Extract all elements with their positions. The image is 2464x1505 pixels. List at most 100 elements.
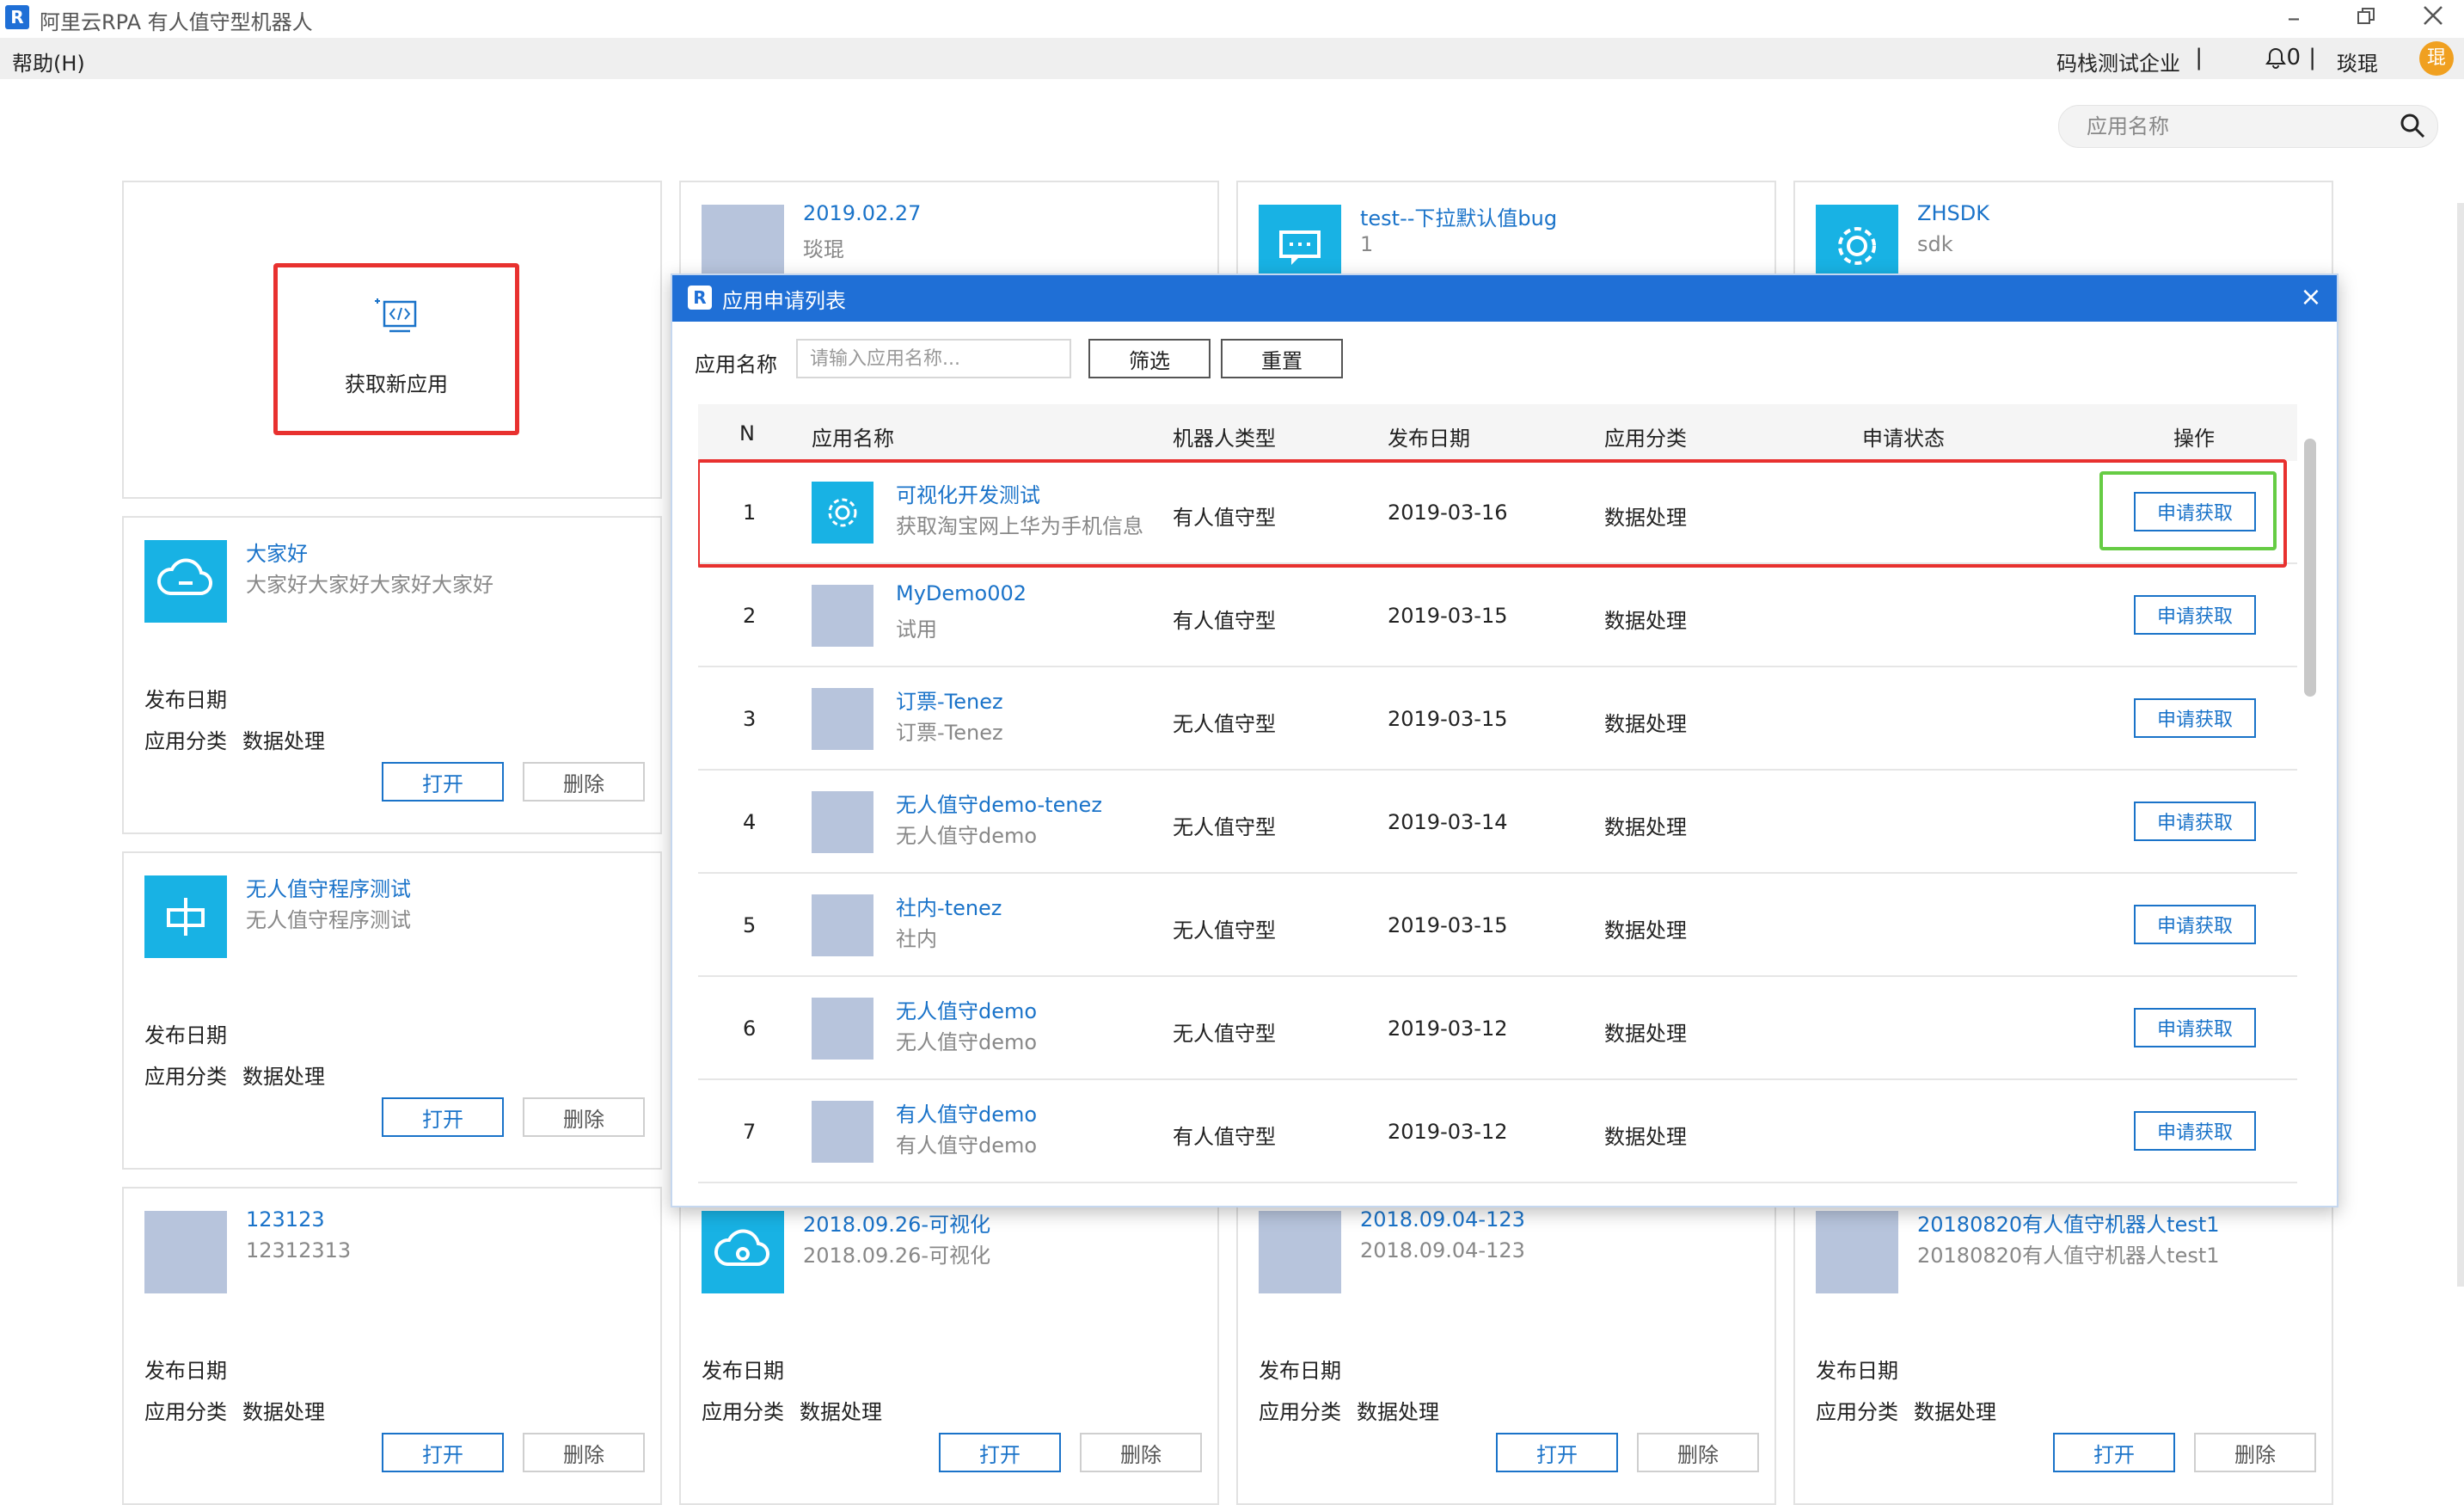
dialog-header: R 应用申请列表 × (672, 275, 2337, 322)
delete-button[interactable]: 删除 (523, 1433, 645, 1472)
app-name-filter-input[interactable] (796, 339, 1071, 378)
app-name-link[interactable]: 订票-Tenez (896, 685, 1003, 715)
col-app-name: 应用名称 (812, 427, 894, 451)
delete-button[interactable]: 删除 (2194, 1433, 2316, 1472)
app-title[interactable]: 大家好 (246, 537, 308, 567)
delete-button[interactable]: 删除 (1080, 1433, 1202, 1472)
open-button[interactable]: 打开 (382, 1433, 504, 1472)
table-row: 2 MyDemo002 试用 有人值守型 2019-03-15 数据处理 申请获… (698, 564, 2297, 667)
publish-date: 2019-03-15 (1388, 913, 1508, 937)
row-number: 6 (743, 1017, 757, 1041)
col-actions: 操作 (2173, 427, 2215, 451)
delete-button[interactable]: 删除 (523, 762, 645, 802)
app-title[interactable]: ZHSDK (1917, 201, 1989, 225)
category-label: 应用分类 (144, 1065, 227, 1089)
menu-help[interactable]: 帮助(H) (12, 46, 85, 77)
app-title[interactable]: 无人值守程序测试 (246, 872, 411, 902)
open-button[interactable]: 打开 (2053, 1433, 2175, 1472)
notification-button[interactable]: 0 (2265, 45, 2301, 71)
app-title[interactable]: test--下拉默认值bug (1360, 201, 1557, 231)
robot-type: 有人值守型 (1173, 1125, 1276, 1149)
app-card: 大家好 大家好大家好大家好大家好 发布日期 应用分类 数据处理 打开 删除 (122, 516, 662, 834)
app-subtitle: 20180820有人值守机器人test1 (1917, 1244, 2220, 1268)
app-description: 无人值守demo (896, 1030, 1038, 1054)
category-value: 数据处理 (242, 729, 325, 753)
publish-date: 2019-03-16 (1388, 501, 1508, 525)
apply-button[interactable]: 申请获取 (2134, 595, 2256, 635)
open-button[interactable]: 打开 (382, 762, 504, 802)
restore-icon (2357, 8, 2375, 24)
notification-count: 0 (2286, 45, 2301, 71)
row-number: 2 (743, 604, 757, 628)
apply-button[interactable]: 申请获取 (2134, 698, 2256, 738)
username[interactable]: 琰琨 (2337, 46, 2378, 77)
category-label: 应用分类 (144, 729, 227, 753)
app-name-link[interactable]: 有人值守demo (896, 1097, 1037, 1127)
app-subtitle: sdk (1917, 232, 1953, 256)
close-window-button[interactable] (2407, 2, 2459, 36)
search-icon[interactable] (2400, 113, 2425, 138)
dialog-close-button[interactable]: × (2295, 280, 2326, 315)
app-description: 试用 (896, 617, 937, 642)
reset-button[interactable]: 重置 (1221, 339, 1343, 378)
apply-button[interactable]: 申请获取 (2134, 802, 2256, 841)
category-label: 应用分类 (702, 1400, 784, 1424)
app-title[interactable]: 20180820有人值守机器人test1 (1917, 1207, 2220, 1238)
open-button[interactable]: 打开 (382, 1097, 504, 1137)
filter-button[interactable]: 筛选 (1088, 339, 1211, 378)
table-row: 4 无人值守demo-tenez 无人值守demo 无人值守型 2019-03-… (698, 771, 2297, 874)
category-value: 数据处理 (242, 1065, 325, 1089)
category: 数据处理 (1604, 1022, 1687, 1046)
placeholder-icon (812, 791, 873, 853)
dialog-scrollbar[interactable] (2304, 439, 2316, 697)
app-card: 123123 12312313 发布日期 应用分类 数据处理 打开 删除 (122, 1187, 662, 1505)
app-subtitle: 2018.09.26-可视化 (803, 1244, 991, 1268)
company-name[interactable]: 码栈测试企业 (2056, 46, 2180, 77)
publish-date: 2019-03-12 (1388, 1120, 1508, 1144)
table-row: 5 社内-tenez 社内 无人值守型 2019-03-15 数据处理 申请获取 (698, 874, 2297, 977)
divider: | (2195, 45, 2203, 71)
apply-button[interactable]: 申请获取 (2134, 905, 2256, 944)
app-name-link[interactable]: 可视化开发测试 (896, 478, 1040, 508)
app-name-link[interactable]: 社内-tenez (896, 891, 1002, 921)
app-subtitle: 12312313 (246, 1238, 352, 1262)
apply-button[interactable]: 申请获取 (2134, 1008, 2256, 1047)
app-title[interactable]: 2018.09.04-123 (1360, 1207, 1525, 1232)
open-button[interactable]: 打开 (939, 1433, 1061, 1472)
publish-date-label: 发布日期 (1816, 1359, 1898, 1383)
app-title[interactable]: 2018.09.26-可视化 (803, 1207, 990, 1238)
minimize-button[interactable]: – (2268, 2, 2320, 36)
app-name-link[interactable]: 无人值守demo (896, 994, 1037, 1024)
delete-button[interactable]: 删除 (523, 1097, 645, 1137)
app-title[interactable]: 2019.02.27 (803, 201, 921, 225)
category-value: 数据处理 (1914, 1400, 1996, 1424)
publish-date-label: 发布日期 (144, 688, 227, 712)
new-app-card: 获取新应用 (122, 181, 662, 499)
code-window-icon (375, 298, 417, 333)
app-request-dialog: R 应用申请列表 × 应用名称 筛选 重置 N 应用名称 机器人类型 发布日期 … (671, 273, 2338, 1207)
table-row: 7 有人值守demo 有人值守demo 有人值守型 2019-03-12 数据处… (698, 1080, 2297, 1183)
avatar[interactable]: 琨 (2419, 41, 2454, 76)
category-value: 数据处理 (1357, 1400, 1439, 1424)
category-label: 应用分类 (144, 1400, 227, 1424)
page-scrollbar[interactable] (2457, 203, 2464, 1287)
apply-button[interactable]: 申请获取 (2134, 492, 2256, 531)
app-name-link[interactable]: MyDemo002 (896, 581, 1027, 605)
app-name-link[interactable]: 无人值守demo-tenez (896, 788, 1102, 818)
category: 数据处理 (1604, 815, 1687, 839)
category-value: 数据处理 (800, 1400, 882, 1424)
category-row: 应用分类 数据处理 (1816, 1395, 1996, 1425)
app-card: 无人值守程序测试 无人值守程序测试 发布日期 应用分类 数据处理 打开 删除 (122, 851, 662, 1170)
placeholder-icon (812, 585, 873, 647)
get-new-app-button[interactable]: 获取新应用 (273, 263, 519, 435)
delete-button[interactable]: 删除 (1637, 1433, 1759, 1472)
app-card: 2018.09.26-可视化 2018.09.26-可视化 发布日期 应用分类数… (679, 1187, 1219, 1505)
cloud-icon (702, 1211, 784, 1293)
restore-button[interactable] (2340, 2, 2392, 36)
publish-date: 2019-03-15 (1388, 707, 1508, 731)
search-input[interactable] (2085, 113, 2381, 140)
apply-button[interactable]: 申请获取 (2134, 1111, 2256, 1151)
app-title[interactable]: 123123 (246, 1207, 325, 1232)
app-subtitle: 1 (1360, 232, 1374, 256)
open-button[interactable]: 打开 (1496, 1433, 1618, 1472)
